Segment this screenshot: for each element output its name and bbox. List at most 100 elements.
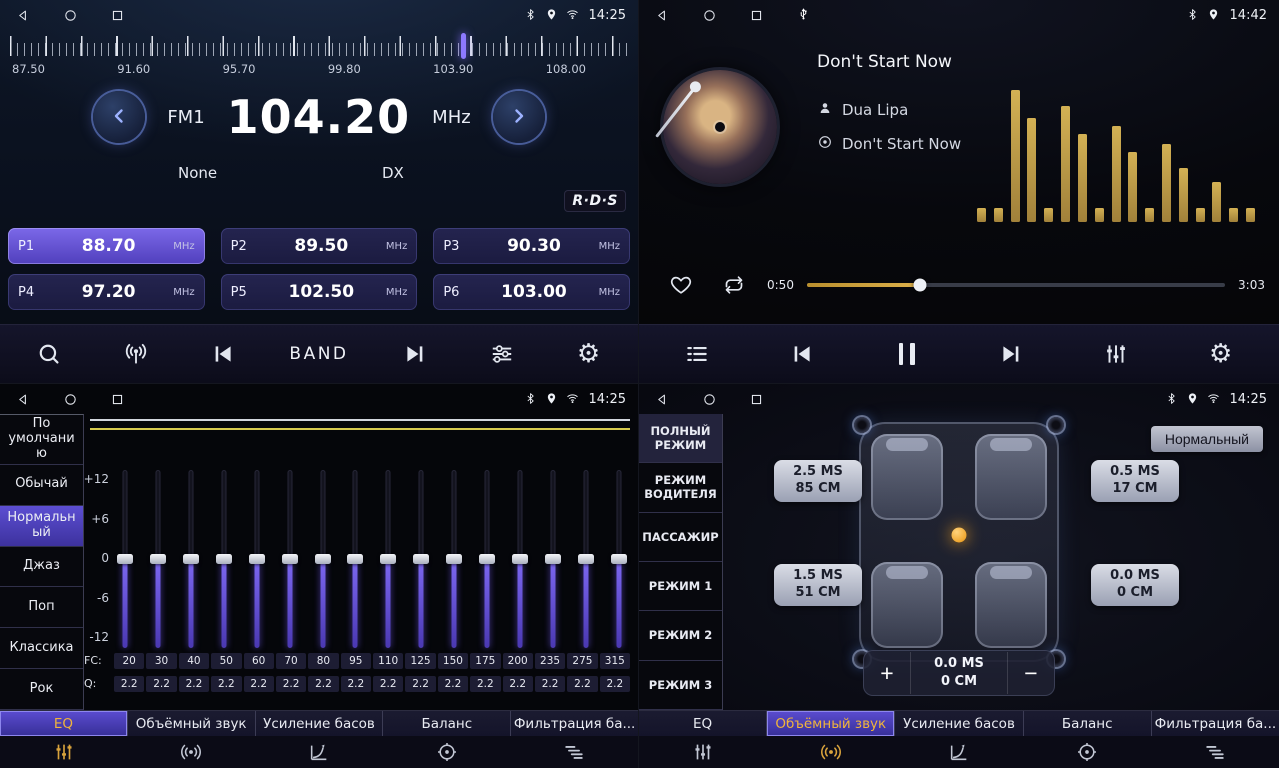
pause-icon[interactable] xyxy=(887,343,927,365)
tab-surround[interactable]: Объёмный звук xyxy=(767,711,895,736)
fc-value[interactable]: 95 xyxy=(341,653,371,669)
q-value[interactable]: 2.2 xyxy=(405,676,435,692)
eq-band-slider[interactable] xyxy=(281,470,299,648)
fc-value[interactable]: 150 xyxy=(438,653,468,669)
slider-handle[interactable] xyxy=(611,554,627,564)
delay-card-rear-right[interactable]: 0.0 MS 0 CM xyxy=(1091,564,1179,606)
preset-button-p2[interactable]: P2 89.50 MHz xyxy=(221,228,418,264)
tab-eq[interactable]: EQ xyxy=(639,711,767,736)
fc-value[interactable]: 235 xyxy=(535,653,565,669)
fc-value[interactable]: 70 xyxy=(276,653,306,669)
eq-band-slider[interactable] xyxy=(314,470,332,648)
slider-handle[interactable] xyxy=(578,554,594,564)
mode-1[interactable]: РЕЖИМ 1 xyxy=(639,562,722,611)
q-value[interactable]: 2.2 xyxy=(244,676,274,692)
eq-band-slider[interactable] xyxy=(116,470,134,648)
slider-handle[interactable] xyxy=(413,554,429,564)
slider-handle[interactable] xyxy=(150,554,166,564)
tune-down-button[interactable] xyxy=(93,91,145,143)
mode-full[interactable]: ПОЛНЫЙ РЕЖИМ xyxy=(639,414,722,463)
normal-preset-button[interactable]: Нормальный xyxy=(1151,426,1263,452)
surround-sound-icon[interactable] xyxy=(128,741,256,763)
filter-icon[interactable] xyxy=(1151,741,1279,763)
preset-button-p5[interactable]: P5 102.50 MHz xyxy=(221,274,418,310)
eq-preset-normal[interactable]: Нормальный xyxy=(0,506,83,547)
eq-band-slider[interactable] xyxy=(149,470,167,648)
eq-preset-pop[interactable]: Поп xyxy=(0,587,83,628)
balance-icon[interactable] xyxy=(1023,741,1151,763)
bass-boost-icon[interactable] xyxy=(255,741,383,763)
mode-2[interactable]: РЕЖИМ 2 xyxy=(639,611,722,660)
eq-band-slider[interactable] xyxy=(248,470,266,648)
preset-button-p6[interactable]: P6 103.00 MHz xyxy=(433,274,630,310)
eq-preset-custom[interactable]: Обычай xyxy=(0,465,83,506)
fc-value[interactable]: 30 xyxy=(146,653,176,669)
slider-handle[interactable] xyxy=(117,554,133,564)
slider-handle[interactable] xyxy=(380,554,396,564)
delay-card-rear-left[interactable]: 1.5 MS 51 CM xyxy=(774,564,862,606)
next-station-icon[interactable] xyxy=(395,341,435,367)
q-value[interactable]: 2.2 xyxy=(341,676,371,692)
fc-value[interactable]: 40 xyxy=(179,653,209,669)
listening-position-dot[interactable] xyxy=(952,527,967,542)
q-value[interactable]: 2.2 xyxy=(179,676,209,692)
preset-button-p1[interactable]: P1 88.70 MHz xyxy=(8,228,205,264)
q-value[interactable]: 2.2 xyxy=(211,676,241,692)
delay-card-front-right[interactable]: 0.5 MS 17 CM xyxy=(1091,460,1179,502)
nav-back-button[interactable] xyxy=(16,8,31,23)
scan-icon[interactable] xyxy=(29,341,69,367)
eq-preset-rock[interactable]: Рок xyxy=(0,669,83,710)
eq-band-slider[interactable] xyxy=(544,470,562,648)
nav-home-button[interactable] xyxy=(702,392,717,407)
progress-knob[interactable] xyxy=(913,279,926,292)
delay-card-front-left[interactable]: 2.5 MS 85 CM xyxy=(774,460,862,502)
balance-icon[interactable] xyxy=(383,741,511,763)
eq-band-slider[interactable] xyxy=(182,470,200,648)
tab-balance[interactable]: Баланс xyxy=(383,711,511,736)
next-track-icon[interactable] xyxy=(991,341,1031,367)
frequency-scale[interactable] xyxy=(10,36,628,58)
slider-handle[interactable] xyxy=(479,554,495,564)
eq-sliders-icon[interactable] xyxy=(0,741,128,763)
tab-filter[interactable]: Фильтрация ба... xyxy=(1152,711,1279,736)
eq-preset-jazz[interactable]: Джаз xyxy=(0,547,83,588)
nav-back-button[interactable] xyxy=(655,392,670,407)
fc-value[interactable]: 200 xyxy=(503,653,533,669)
fc-value[interactable]: 110 xyxy=(373,653,403,669)
progress-slider[interactable] xyxy=(807,283,1225,287)
q-value[interactable]: 2.2 xyxy=(535,676,565,692)
tune-up-button[interactable] xyxy=(493,91,545,143)
tab-balance[interactable]: Баланс xyxy=(1024,711,1152,736)
eq-band-slider[interactable] xyxy=(445,470,463,648)
fc-value[interactable]: 275 xyxy=(567,653,597,669)
bass-boost-icon[interactable] xyxy=(895,741,1023,763)
q-value[interactable]: 2.2 xyxy=(470,676,500,692)
eq-band-slider[interactable] xyxy=(215,470,233,648)
gear-icon[interactable]: ⚙ xyxy=(569,341,609,367)
slider-handle[interactable] xyxy=(446,554,462,564)
fc-value[interactable]: 80 xyxy=(308,653,338,669)
seat-rear-right[interactable] xyxy=(975,562,1047,648)
preset-button-p4[interactable]: P4 97.20 MHz xyxy=(8,274,205,310)
delay-decrease-button[interactable]: − xyxy=(1008,662,1054,685)
slider-handle[interactable] xyxy=(315,554,331,564)
nav-home-button[interactable] xyxy=(63,392,78,407)
tab-bass-boost[interactable]: Усиление басов xyxy=(256,711,384,736)
fc-value[interactable]: 20 xyxy=(114,653,144,669)
tab-surround[interactable]: Объёмный звук xyxy=(128,711,256,736)
slider-handle[interactable] xyxy=(347,554,363,564)
q-value[interactable]: 2.2 xyxy=(308,676,338,692)
tab-eq[interactable]: EQ xyxy=(0,711,128,736)
fc-value[interactable]: 175 xyxy=(470,653,500,669)
q-value[interactable]: 2.2 xyxy=(146,676,176,692)
fc-value[interactable]: 50 xyxy=(211,653,241,669)
preset-button-p3[interactable]: P3 90.30 MHz xyxy=(433,228,630,264)
seat-rear-left[interactable] xyxy=(871,562,943,648)
q-value[interactable]: 2.2 xyxy=(114,676,144,692)
eq-band-slider[interactable] xyxy=(577,470,595,648)
slider-handle[interactable] xyxy=(545,554,561,564)
q-value[interactable]: 2.2 xyxy=(276,676,306,692)
nav-recents-button[interactable] xyxy=(110,392,125,407)
repeat-icon[interactable] xyxy=(714,273,754,297)
band-button[interactable]: BAND xyxy=(289,344,348,364)
